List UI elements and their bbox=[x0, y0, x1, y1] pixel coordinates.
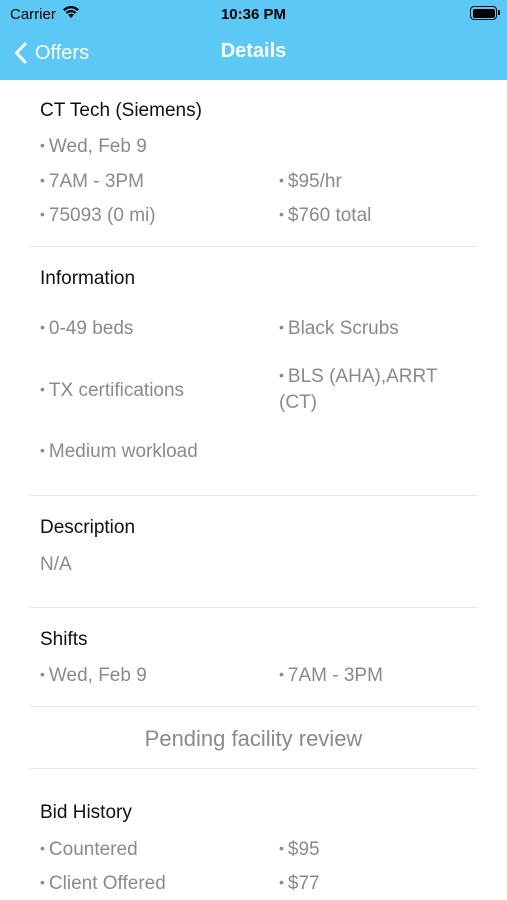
job-location: • 75093 (0 mi) bbox=[40, 205, 156, 226]
divider bbox=[30, 246, 477, 247]
page-title: Details bbox=[220, 40, 287, 62]
status-message: Pending facility review bbox=[144, 726, 363, 751]
job-title: CT Tech (Siemens) bbox=[40, 100, 202, 121]
shift-date: • Wed, Feb 9 bbox=[40, 665, 147, 686]
job-rate: • $95/hr bbox=[279, 171, 342, 192]
bid-row-label: • Client Offered bbox=[40, 873, 166, 894]
bid-row-amount: • $95 bbox=[279, 839, 320, 860]
info-item-workload: • Medium workload bbox=[40, 441, 198, 462]
job-total: • $760 total bbox=[279, 205, 372, 226]
info-item-credentials: • BLS (AHA),ARRT (CT) bbox=[279, 366, 438, 413]
status-bar: Carrier 10:36 PM bbox=[0, 0, 507, 28]
info-item-beds: • 0-49 beds bbox=[40, 318, 134, 339]
divider bbox=[30, 768, 477, 769]
job-date: • Wed, Feb 9 bbox=[40, 136, 147, 157]
navigation-bar: Offers Details bbox=[0, 30, 507, 74]
information-title: Information bbox=[40, 268, 136, 289]
shift-hours: • 7AM - 3PM bbox=[279, 665, 383, 686]
header-bar: Carrier 10:36 PM Offers Details bbox=[0, 0, 507, 80]
bid-row-label: • Countered bbox=[40, 839, 138, 860]
divider bbox=[30, 706, 477, 707]
shifts-title: Shifts bbox=[40, 629, 88, 650]
job-hours: • 7AM - 3PM bbox=[40, 171, 144, 192]
bid-row-amount: • $77 bbox=[279, 873, 320, 894]
info-item-scrubs: • Black Scrubs bbox=[279, 318, 399, 339]
description-title: Description bbox=[40, 517, 136, 538]
divider bbox=[30, 607, 477, 608]
divider bbox=[30, 495, 477, 496]
description-value: N/A bbox=[40, 554, 72, 575]
clock: 10:36 PM bbox=[220, 6, 287, 23]
bid-history-title: Bid History bbox=[40, 802, 132, 823]
info-item-certifications: • TX certifications bbox=[40, 380, 185, 401]
battery-icon bbox=[470, 6, 500, 20]
